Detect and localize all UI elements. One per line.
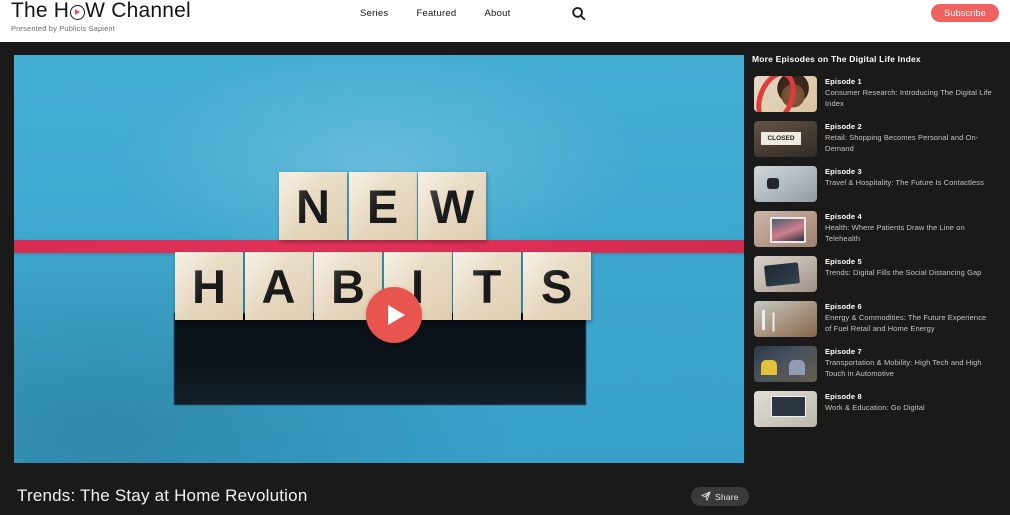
play-circle-icon (69, 4, 85, 20)
video-player[interactable]: N E W H A B I T S (14, 55, 744, 463)
list-item[interactable]: Episode 7 Transportation & Mobility: Hig… (752, 343, 1004, 385)
letter-tile: A (244, 252, 313, 320)
video-title: Trends: The Stay at Home Revolution (17, 486, 308, 505)
episode-description: Health: Where Patients Draw the Line on … (825, 223, 965, 243)
brand-subtitle: Presented by Publicis Sapient (11, 24, 115, 33)
episode-thumbnail (754, 76, 817, 112)
list-item[interactable]: Episode 6 Energy & Commodities: The Futu… (752, 298, 1004, 340)
episode-number: Episode 1 (825, 77, 862, 86)
episode-list: Episode 1 Consumer Research: Introducing… (752, 73, 1004, 430)
letter-tile: S (522, 252, 591, 320)
share-button[interactable]: Share (691, 487, 749, 506)
brand-word-channel: Channel (111, 0, 191, 22)
episode-description: Energy & Commodities: The Future Experie… (825, 313, 987, 333)
list-item[interactable]: Episode 8 Work & Education: Go Digital (752, 388, 1004, 430)
list-item[interactable]: Episode 4 Health: Where Patients Draw th… (752, 208, 1004, 250)
subscribe-button[interactable]: Subscribe (931, 4, 999, 22)
poster-word-new: N E W (279, 172, 486, 240)
episode-number: Episode 2 (825, 122, 862, 131)
send-icon (701, 490, 711, 503)
letter-tile: H (175, 252, 243, 320)
sidebar-title: More Episodes on The Digital Life Index (752, 54, 921, 64)
list-item[interactable]: Episode 2 Retail: Shopping Becomes Perso… (752, 118, 1004, 160)
site-header: The H W Channel Presented by Publicis Sapie… (0, 0, 1010, 42)
site-logo[interactable]: The H W Channel Presented by Publicis Sapie… (11, 0, 191, 34)
letter-tile: N (279, 172, 347, 240)
episode-description: Trends: Digital Fills the Social Distanc… (825, 268, 982, 277)
episode-description: Work & Education: Go Digital (825, 403, 925, 412)
letter-tile: E (348, 172, 417, 240)
search-icon[interactable] (571, 6, 587, 22)
page-root: The H W Channel Presented by Publicis Sapie… (0, 0, 1010, 515)
episode-number: Episode 4 (825, 212, 862, 221)
episode-thumbnail (754, 256, 817, 292)
video-poster-image: N E W H A B I T S (14, 55, 744, 463)
episode-number: Episode 8 (825, 392, 862, 401)
play-button-icon[interactable] (366, 287, 422, 343)
episode-description: Travel & Hospitality: The Future Is Cont… (825, 178, 984, 187)
list-item[interactable]: Episode 3 Travel & Hospitality: The Futu… (752, 163, 1004, 205)
episode-number: Episode 5 (825, 257, 862, 266)
brand-letter-h: H (53, 0, 70, 22)
list-item[interactable]: Episode 1 Consumer Research: Introducing… (752, 73, 1004, 115)
episode-thumbnail (754, 166, 817, 202)
nav-item-about[interactable]: About (484, 8, 510, 19)
episode-thumbnail (754, 346, 817, 382)
nav-item-featured[interactable]: Featured (416, 8, 456, 19)
brand-title: The H W Channel (11, 0, 191, 22)
episode-number: Episode 6 (825, 302, 862, 311)
episode-thumbnail (754, 301, 817, 337)
list-item[interactable]: Episode 5 Trends: Digital Fills the Soci… (752, 253, 1004, 295)
episodes-sidebar: More Episodes on The Digital Life Index … (752, 53, 1004, 430)
letter-tile: T (453, 252, 521, 320)
episode-thumbnail (754, 391, 817, 427)
episode-thumbnail (754, 211, 817, 247)
episode-description: Transportation & Mobility: High Tech and… (825, 358, 982, 378)
episode-number: Episode 7 (825, 347, 862, 356)
share-label: Share (715, 491, 739, 502)
brand-word-the: The (11, 0, 48, 22)
episode-description: Consumer Research: Introducing The Digit… (825, 88, 992, 108)
episode-number: Episode 3 (825, 167, 862, 176)
nav-item-series[interactable]: Series (360, 8, 388, 19)
episode-thumbnail (754, 121, 817, 157)
main-navigation: Series Featured About (360, 8, 511, 19)
episode-description: Retail: Shopping Becomes Personal and On… (825, 133, 979, 153)
brand-letter-w: W (85, 0, 106, 22)
letter-tile: W (418, 172, 486, 240)
